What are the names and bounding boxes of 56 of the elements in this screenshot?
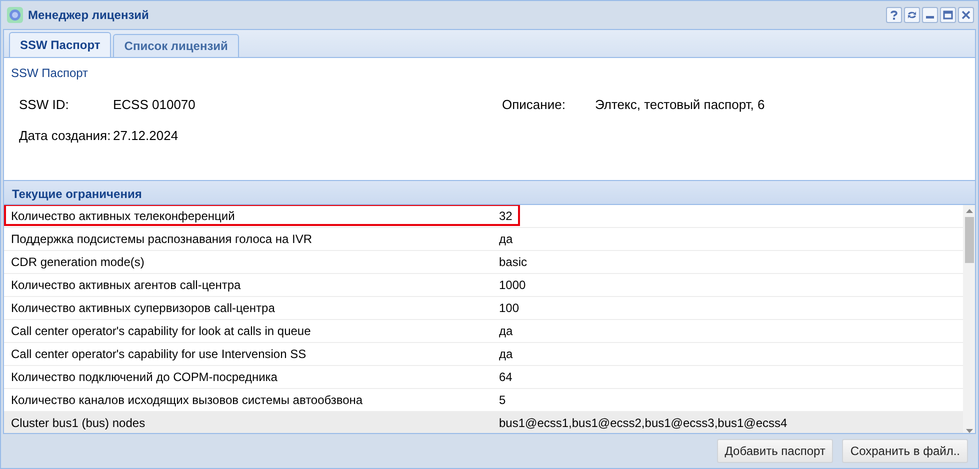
table-cell-text: Количество активных агентов call-центра: [10, 278, 242, 292]
table-cell-text: bus1@ecss1,bus1@ecss2,bus1@ecss3,bus1@ecss4: [498, 416, 788, 430]
table-cell-text: Количество активных телеконференций: [10, 209, 236, 223]
table-row[interactable]: Call center operator's capability for use Intervension SS да: [4, 343, 963, 366]
close-icon: [961, 10, 971, 20]
window-title: Менеджер лицензий: [28, 8, 149, 22]
table-row[interactable]: Количество активных телеконференций 32: [4, 205, 963, 228]
table-row[interactable]: CDR generation mode(s) basic: [4, 251, 963, 274]
scroll-down-icon: [966, 429, 972, 433]
table-row[interactable]: Cluster bus1 (bus) nodes bus1@ecss1,bus1@ecss2,bus1@ecss3,bus1@ecss4: [4, 412, 963, 433]
panel-heading: SSW Паспорт: [10, 65, 90, 80]
table-cell-text: да: [498, 232, 513, 246]
table-cell-text: Количество подключений до СОРМ-посредника: [10, 370, 278, 384]
table-cell-text: Количество каналов исходящих вызовов системы автообзвона: [10, 393, 364, 407]
table-cell-text: 32: [498, 209, 512, 223]
app-icon: [7, 7, 23, 23]
table-cell-text: 100: [498, 301, 520, 315]
table-cell-text: да: [498, 324, 513, 338]
table-cell-text: Поддержка подсистемы распознавания голоса на IVR: [10, 232, 314, 246]
table-cell-text: 1000: [498, 278, 526, 292]
close-button[interactable]: [958, 7, 974, 23]
field-value: ECSS 010070: [113, 97, 196, 112]
table-row[interactable]: Количество подключений до СОРМ-посредника 64: [4, 366, 963, 389]
table-cell-text: 64: [498, 370, 512, 384]
table-cell-text: CDR generation mode(s): [10, 255, 146, 269]
scroll-up-icon: [966, 209, 972, 213]
refresh-button[interactable]: [904, 7, 920, 23]
table-row[interactable]: Количество активных агентов call-центра 1000: [4, 274, 963, 297]
table-row[interactable]: Количество активных супервизоров call-центра 100: [4, 297, 963, 320]
tab[interactable]: SSW Паспорт: [9, 32, 112, 57]
table-cell-text: да: [498, 347, 513, 361]
save-file-button[interactable]: Сохранить в файл..: [842, 439, 968, 463]
field-value: Элтекс, тестовый паспорт, 6: [595, 97, 765, 112]
scrollbar-thumb[interactable]: [964, 217, 974, 263]
table-cell-text: basic: [498, 255, 528, 269]
tab[interactable]: Список лицензий: [113, 34, 239, 57]
table-cell-text: Call center operator's capability for use Intervension SS: [10, 347, 308, 361]
table-cell-text: 5: [498, 393, 506, 407]
help-button[interactable]: [886, 7, 902, 23]
question-icon: [889, 10, 899, 20]
scrollbar[interactable]: [963, 205, 975, 433]
field-label: SSW ID:: [19, 97, 70, 112]
table-row[interactable]: Поддержка подсистемы распознавания голоса на IVR да: [4, 228, 963, 251]
field-label: Описание:: [502, 97, 566, 112]
minimize-button[interactable]: [922, 7, 938, 23]
table-cell-text: Cluster bus1 (bus) nodes: [10, 416, 146, 430]
table-cell-text: Call center operator's capability for look at calls in queue: [10, 324, 312, 338]
maximize-button[interactable]: [940, 7, 956, 23]
field-label: Дата создания:: [19, 128, 112, 143]
field-value: 27.12.2024: [113, 128, 178, 143]
section-title: Текущие ограничения: [12, 187, 142, 201]
refresh-icon: [907, 10, 917, 20]
table-cell-text: Количество активных супервизоров call-центра: [10, 301, 276, 315]
maximize-icon: [943, 10, 953, 20]
add-passport-button[interactable]: Добавить паспорт: [716, 439, 834, 463]
table-row[interactable]: Call center operator's capability for look at calls in queue да: [4, 320, 963, 343]
